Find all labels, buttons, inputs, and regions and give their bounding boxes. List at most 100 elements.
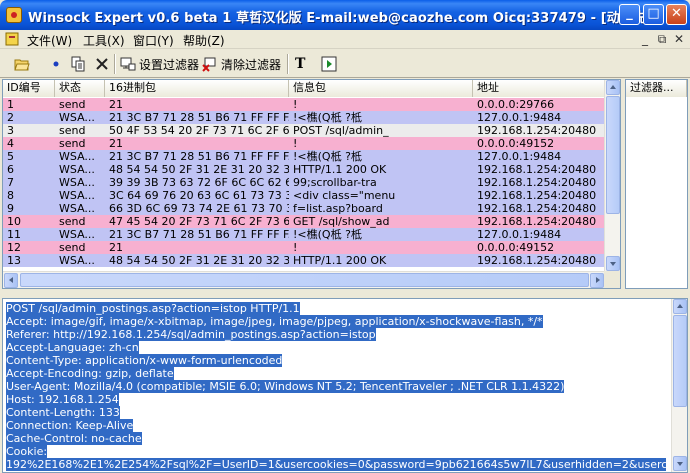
set-filter-button[interactable]: 设置过滤器 [120, 53, 199, 75]
table-row[interactable]: 7 WSA... 39 39 3B 73 63 72 6F 6C 6C 62 6..… [3, 176, 606, 189]
copy-icon [71, 56, 85, 72]
table-row[interactable]: 5 WSA... 21 3C B7 71 28 51 B6 71 FF FF F..… [3, 150, 606, 163]
cell-id: 2 [7, 111, 14, 124]
cell-id: 6 [7, 163, 14, 176]
filter-header[interactable]: 过滤器... [626, 80, 687, 97]
detail-line: Cache-Control: no-cache [6, 432, 666, 445]
cell-address: 192.168.1.254:20480 [477, 163, 597, 176]
cell-address: 0.0.0.0:49152 [477, 137, 555, 150]
detail-vscroll[interactable] [671, 299, 687, 472]
hscroll-thumb[interactable] [20, 273, 589, 287]
detail-line-text: 192%2E168%2E1%2E254%2Fsql%2F=UserID=1&us… [6, 458, 666, 471]
cell-status: WSA... [59, 228, 95, 241]
detail-line: Accept-Encoding: gzip, deflate [6, 367, 666, 380]
detail-scroll-down-button[interactable] [673, 456, 687, 471]
minimize-button[interactable]: _ [619, 4, 640, 25]
menu-help[interactable]: 帮助(Z) [183, 32, 225, 49]
cell-hex: 47 45 54 20 2F 73 71 6C 2F 73 6... [109, 215, 289, 228]
scroll-up-button[interactable] [606, 80, 620, 95]
cell-address: 192.168.1.254:20480 [477, 189, 597, 202]
detail-line: Accept-Language: zh-cn [6, 341, 666, 354]
packet-list-hscroll[interactable] [3, 271, 606, 288]
cell-status: WSA... [59, 150, 95, 163]
vscroll-thumb[interactable] [606, 96, 620, 214]
cell-address: 192.168.1.254:20480 [477, 124, 597, 137]
table-row[interactable]: 8 WSA... 3C 64 69 76 20 63 6C 61 73 73 3..… [3, 189, 606, 202]
scroll-right-button[interactable] [590, 273, 604, 288]
folder-open-icon [14, 59, 30, 71]
packet-list-vscroll[interactable] [604, 80, 620, 272]
mdi-close-button[interactable]: ✕ [672, 32, 686, 46]
table-row[interactable]: 10 send 47 45 54 20 2F 73 71 6C 2F 73 6...… [3, 215, 606, 228]
cell-address: 0.0.0.0:29766 [477, 98, 555, 111]
cell-status: WSA... [59, 176, 95, 189]
table-row[interactable]: 12 send 21! 0.0.0.0:49152 [3, 241, 606, 254]
filter-panel[interactable]: 过滤器... [625, 79, 688, 289]
clear-filter-icon [202, 57, 216, 72]
packet-detail-text[interactable]: POST /sql/admin_postings.asp?action=isto… [6, 302, 666, 471]
table-row[interactable]: 3 send 50 4F 53 54 20 2F 73 71 6C 2F 6... P… [3, 124, 606, 137]
text-view-button[interactable]: T [295, 53, 305, 75]
table-row[interactable]: 9 WSA... 66 3D 6C 69 73 74 2E 61 73 70 3..… [3, 202, 606, 215]
menu-file[interactable]: 文件(W) [27, 32, 72, 49]
close-button[interactable]: ✕ [666, 4, 687, 25]
delete-button[interactable] [94, 53, 113, 75]
cell-info: ! [293, 137, 298, 150]
column-header-info[interactable]: 信息包 [289, 80, 473, 97]
detail-line-text: POST /sql/admin_postings.asp?action=isto… [6, 302, 300, 315]
cell-hex: 3C 64 69 76 20 63 6C 61 73 73 3... [109, 189, 289, 202]
cell-status: send [59, 124, 86, 137]
scroll-down-button[interactable] [606, 256, 620, 271]
set-filter-label: 设置过滤器 [139, 57, 200, 72]
mdi-minimize-button[interactable]: _ [638, 32, 652, 46]
cell-hex: 21 [109, 241, 123, 254]
cell-status: send [59, 137, 86, 150]
copy-button[interactable] [70, 53, 89, 75]
open-button[interactable] [14, 53, 33, 75]
column-header-status[interactable]: 状态 [55, 80, 105, 97]
cell-status: WSA... [59, 202, 95, 215]
table-row[interactable]: 1 send 21! 0.0.0.0:29766 [3, 98, 606, 111]
capture-button[interactable] [48, 53, 67, 75]
packet-detail-pane[interactable]: POST /sql/admin_postings.asp?action=isto… [2, 298, 688, 473]
detail-line: Cookie: [6, 445, 666, 458]
table-row[interactable]: 11 WSA... 21 3C B7 71 28 51 B6 71 FF FF F.… [3, 228, 606, 241]
toolbar-separator [114, 54, 116, 74]
column-header-address[interactable]: 地址 [473, 80, 606, 97]
cell-status: send [59, 215, 86, 228]
cell-id: 11 [7, 228, 21, 241]
column-header-id[interactable]: ID编号 [3, 80, 55, 97]
cell-address: 192.168.1.254:20480 [477, 215, 597, 228]
cell-id: 3 [7, 124, 14, 137]
packet-list[interactable]: ID编号 状态 16进制包 信息包 地址 1 send 21! 0.0.0.0:297… [2, 79, 621, 289]
table-row[interactable]: 13 WSA... 48 54 54 50 2F 31 2E 31 20 32 3.… [3, 254, 606, 267]
play-button[interactable] [321, 53, 340, 75]
menu-bar: 文件(W) 工具(X) 窗口(Y) 帮助(Z) _ ⧉ ✕ [0, 30, 690, 49]
detail-scroll-up-button[interactable] [673, 299, 687, 314]
detail-line-text: Connection: Keep-Alive [6, 419, 134, 432]
detail-line: Content-Type: application/x-www-form-url… [6, 354, 666, 367]
title-bar[interactable]: Winsock Expert v0.6 beta 1 草哲汉化版 E-mail:… [0, 0, 690, 30]
scroll-left-button[interactable] [4, 273, 18, 288]
mdi-restore-button[interactable]: ⧉ [655, 32, 669, 47]
cell-address: 192.168.1.254:20480 [477, 202, 597, 215]
table-row[interactable]: 4 send 21! 0.0.0.0:49152 [3, 137, 606, 150]
document-icon[interactable] [5, 32, 19, 46]
app-icon[interactable] [6, 7, 22, 23]
table-row[interactable]: 6 WSA... 48 54 54 50 2F 31 2E 31 20 32 3..… [3, 163, 606, 176]
column-header-hex[interactable]: 16进制包 [105, 80, 289, 97]
cell-hex: 21 3C B7 71 28 51 B6 71 FF FF F... [109, 111, 289, 124]
maximize-button[interactable]: □ [643, 4, 664, 25]
detail-vscroll-thumb[interactable] [673, 315, 687, 407]
menu-tools[interactable]: 工具(X) [83, 32, 125, 49]
cell-address: 0.0.0.0:49152 [477, 241, 555, 254]
clear-filter-button[interactable]: 清除过滤器 [202, 53, 281, 75]
cell-id: 12 [7, 241, 21, 254]
cell-hex: 48 54 54 50 2F 31 2E 31 20 32 3... [109, 254, 289, 267]
filter-icon [120, 57, 136, 71]
play-icon [321, 56, 337, 72]
packet-list-header: ID编号 状态 16进制包 信息包 地址 [3, 80, 606, 97]
pane-splitter[interactable] [0, 290, 690, 298]
table-row[interactable]: 2 WSA... 21 3C B7 71 28 51 B6 71 FF FF F..… [3, 111, 606, 124]
menu-window[interactable]: 窗口(Y) [133, 32, 174, 49]
